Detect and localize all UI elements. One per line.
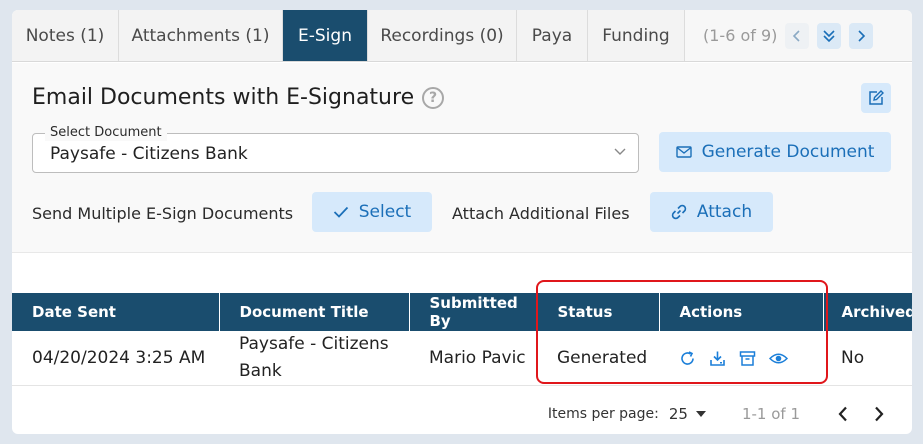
chevron-down-icon — [614, 148, 626, 155]
link-icon — [671, 204, 687, 220]
document-select[interactable]: Select Document Paysafe - Citizens Bank — [32, 125, 639, 173]
paginator-range: 1-1 of 1 — [741, 405, 800, 423]
download-action[interactable] — [709, 350, 726, 367]
document-select-value: Paysafe - Citizens Bank — [50, 144, 248, 164]
generate-document-label: Generate Document — [701, 142, 875, 162]
chevron-right-icon — [875, 406, 884, 422]
items-per-page-label: Items per page: — [547, 406, 659, 422]
archive-action[interactable] — [739, 350, 756, 367]
select-button-label: Select — [358, 202, 412, 222]
next-page-button[interactable] — [874, 406, 884, 422]
view-icon — [769, 353, 788, 363]
section-title-text: Email Documents with E-Signature — [32, 85, 415, 110]
tab-pager: (1-6 of 9) — [685, 10, 874, 61]
paginator: Items per page: 25 1-1 of 1 — [12, 394, 912, 434]
cell-submitted-by: Mario Pavic — [409, 331, 537, 386]
table-header-row: Date Sent Document Title Submitted By St… — [12, 293, 912, 331]
tab-funding[interactable]: Funding — [588, 10, 685, 61]
select-button[interactable]: Select — [312, 192, 432, 232]
section-title: Email Documents with E-Signature ? — [32, 85, 445, 110]
refresh-icon — [681, 350, 694, 365]
prev-page-button[interactable] — [838, 406, 848, 422]
cell-date-sent: 04/20/2024 3:25 AM — [12, 331, 219, 386]
cell-archived: No — [823, 331, 912, 386]
chevron-left-icon — [793, 29, 800, 42]
double-chevron-down-icon — [823, 29, 835, 42]
tab-next-button[interactable] — [849, 22, 874, 49]
document-select-label: Select Document — [45, 125, 167, 141]
download-icon — [710, 351, 725, 366]
edit-icon — [869, 90, 884, 105]
check-icon — [333, 206, 348, 218]
tab-expand-button[interactable] — [817, 22, 842, 49]
table-row: 04/20/2024 3:25 AM Paysafe - Citizens Ba… — [12, 331, 912, 386]
tab-pager-range: (1-6 of 9) — [703, 26, 778, 45]
esign-form: Email Documents with E-Signature ? Selec… — [12, 63, 912, 253]
header-archived[interactable]: Archived — [823, 293, 912, 331]
archive-icon — [739, 350, 756, 366]
generate-document-button[interactable]: Generate Document — [659, 132, 891, 172]
chevron-right-icon — [858, 29, 866, 42]
esign-panel: Notes (1) Attachments (1) E-Sign Recordi… — [12, 10, 912, 434]
tab-notes[interactable]: Notes (1) — [12, 10, 119, 61]
edit-button[interactable] — [861, 83, 891, 113]
attach-button[interactable]: Attach — [650, 192, 773, 232]
attach-button-label: Attach — [696, 202, 753, 222]
envelope-icon — [675, 146, 692, 158]
view-action[interactable] — [769, 350, 788, 367]
header-status[interactable]: Status — [537, 293, 660, 331]
header-actions: Actions — [659, 293, 824, 331]
tab-attachments[interactable]: Attachments (1) — [119, 10, 283, 61]
attach-files-label: Attach Additional Files — [452, 204, 630, 223]
tab-paya[interactable]: Paya — [517, 10, 588, 61]
tab-recordings[interactable]: Recordings (0) — [368, 10, 517, 61]
items-per-page-select[interactable]: 25 — [669, 405, 688, 423]
header-date-sent[interactable]: Date Sent — [12, 293, 220, 331]
tab-bar: Notes (1) Attachments (1) E-Sign Recordi… — [12, 10, 912, 62]
refresh-action[interactable] — [679, 350, 696, 367]
cell-status: Generated — [537, 331, 659, 386]
cell-document-title: Paysafe - Citizens Bank — [219, 331, 409, 386]
tab-prev-button[interactable] — [785, 22, 810, 49]
caret-down-icon[interactable] — [695, 411, 706, 417]
chevron-left-icon — [838, 406, 847, 422]
cell-actions — [659, 331, 823, 386]
multi-esign-label: Send Multiple E-Sign Documents — [32, 204, 294, 223]
help-icon[interactable]: ? — [422, 86, 445, 109]
documents-table: Date Sent Document Title Submitted By St… — [12, 293, 912, 386]
header-submitted-by[interactable]: Submitted By — [409, 293, 538, 331]
header-document-title[interactable]: Document Title — [219, 293, 410, 331]
tab-esign[interactable]: E-Sign — [283, 10, 368, 61]
items-per-page-value: 25 — [668, 405, 688, 423]
